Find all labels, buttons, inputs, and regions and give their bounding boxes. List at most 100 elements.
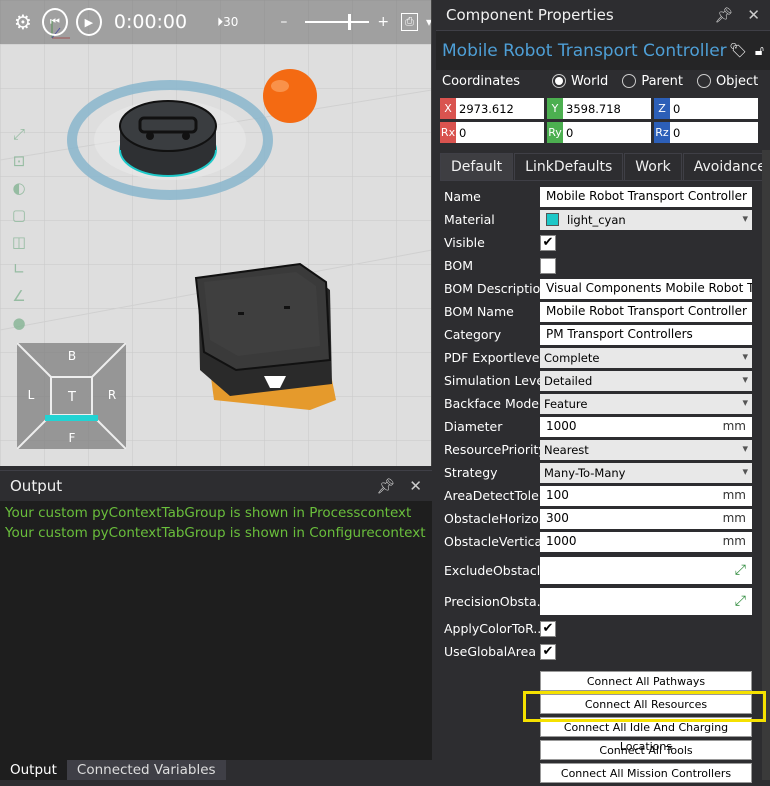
3d-viewport[interactable]: ⚙ ⏮ ▶ 0:00:00 ⏵30 – + ⎙ ▾ ⤢ ⊡ ◐ ▢ ◫ ∟ ∠ … — [0, 0, 432, 466]
y-field[interactable]: Y 3598.718 — [547, 98, 651, 119]
prop-row: Visible ✔ — [444, 231, 770, 254]
tab-connected-variables[interactable]: Connected Variables — [66, 760, 226, 780]
area-detect-input[interactable]: 100 mm — [540, 485, 752, 506]
dimension-icon[interactable]: ∟ — [8, 260, 30, 278]
radio-dot — [696, 74, 711, 88]
unit-label: mm — [722, 487, 746, 502]
diameter-input[interactable]: 1000 mm — [540, 416, 752, 437]
tag-icon[interactable]: 🏷︎ — [729, 43, 747, 59]
visible-checkbox[interactable]: ✔ — [540, 234, 556, 251]
navcube-center-face[interactable]: T — [67, 390, 76, 405]
prop-row: ResourcePriority Nearest — [444, 438, 770, 461]
x-field[interactable]: X 2973.612 — [440, 98, 544, 119]
name-input[interactable]: Mobile Robot Transport Controller — [540, 186, 752, 207]
speed-increase-icon[interactable]: + — [377, 14, 389, 30]
radio-parent[interactable]: Parent — [622, 74, 683, 89]
bom-checkbox[interactable] — [540, 257, 556, 274]
radio-object[interactable]: Object — [696, 74, 758, 89]
box-view-icon[interactable]: ▢ — [8, 206, 30, 224]
simulation-playbar: ⚙ ⏮ ▶ 0:00:00 ⏵30 – + ⎙ ▾ — [0, 0, 431, 44]
prop-row: BOM Name Mobile Robot Transport Controlle… — [444, 300, 770, 323]
property-list: Name Mobile Robot Transport Controller Ma… — [444, 185, 770, 663]
unlock-icon[interactable]: 🔓︎ — [755, 43, 764, 59]
connect-all-tools-button[interactable]: Connect All Tools — [540, 740, 752, 760]
use-global-area-checkbox[interactable]: ✔ — [540, 643, 556, 660]
rewind-button[interactable]: ⏮ — [41, 8, 68, 36]
prop-row: Strategy Many-To-Many — [444, 461, 770, 484]
close-icon[interactable]: ✕ — [409, 477, 422, 495]
exclude-obstacles-field[interactable]: ⤢ — [540, 557, 752, 584]
z-field[interactable]: Z0 — [654, 98, 758, 119]
property-tabs: Default LinkDefaults Work Avoidance — [440, 153, 770, 181]
close-icon[interactable]: ✕ — [747, 6, 760, 24]
expand-icon[interactable]: ⤢ — [735, 593, 746, 609]
rx-field[interactable]: Rx 0 — [440, 122, 544, 143]
coordinates-row: Coordinates World Parent Object — [436, 70, 770, 92]
connect-all-pathways-button[interactable]: Connect All Pathways — [540, 671, 752, 691]
radio-world[interactable]: World — [552, 74, 608, 89]
fit-selection-icon[interactable]: ⊡ — [8, 152, 30, 170]
resource-priority-select[interactable]: Nearest — [540, 439, 752, 460]
precision-obstacles-field[interactable]: ⤢ — [540, 588, 752, 615]
material-select[interactable]: light_cyan — [540, 209, 752, 230]
navcube-top-face[interactable]: B — [68, 349, 76, 363]
apply-color-checkbox[interactable]: ✔ — [540, 620, 556, 637]
prop-label: Backface Mode — [444, 396, 540, 411]
strategy-select[interactable]: Many-To-Many — [540, 462, 752, 483]
transport-controller-model[interactable] — [67, 80, 273, 200]
prop-label: ResourcePriority — [444, 442, 540, 457]
snap-icon[interactable]: ◐ — [8, 179, 30, 197]
play-button[interactable]: ▶ — [75, 8, 102, 36]
navcube-right-face[interactable]: R — [108, 388, 116, 402]
speed-indicator: ⏵30 — [217, 14, 239, 29]
pin-icon[interactable]: 📌︎ — [376, 477, 395, 495]
component-name[interactable]: Mobile Robot Transport Controller — [442, 41, 727, 61]
speed-slider[interactable] — [305, 14, 370, 30]
rz-field[interactable]: Rz 0 — [654, 122, 758, 143]
ry-field[interactable]: Ry 0 — [547, 122, 651, 143]
navcube-front-face[interactable]: F — [69, 431, 76, 445]
settings-gear-icon[interactable]: ⚙ — [12, 10, 34, 34]
prop-label: Diameter — [444, 419, 503, 434]
y-tag: Y — [547, 98, 563, 119]
measure-icon[interactable]: ∠ — [8, 287, 30, 305]
category-input[interactable]: PM Transport Controllers — [540, 324, 752, 345]
mobile-robot-model[interactable] — [194, 262, 336, 410]
tab-linkdefaults[interactable]: LinkDefaults — [514, 153, 624, 180]
output-header: Output 📌︎ ✕ — [0, 471, 432, 501]
pin-icon[interactable]: 📌︎ — [714, 6, 733, 24]
navigation-cube[interactable]: B T L R F — [17, 343, 126, 449]
prop-row: ExcludeObstacles ⤢ — [444, 555, 770, 586]
obstacle-horizontal-input[interactable]: 300 mm — [540, 508, 752, 529]
speed-decrease-icon[interactable]: – — [280, 14, 287, 30]
connect-all-mission-controllers-button[interactable]: Connect All Mission Controllers — [540, 763, 752, 783]
expand-icon[interactable]: ⤢ — [735, 562, 746, 578]
properties-header: Component Properties 📌︎ ✕ — [436, 0, 770, 30]
bom-name-input[interactable]: Mobile Robot Transport Controller — [540, 301, 752, 322]
simulation-level-select[interactable]: Detailed — [540, 370, 752, 391]
material-sphere-icon[interactable]: ● — [8, 314, 30, 332]
tab-default[interactable]: Default — [440, 153, 514, 180]
obstacle-vertical-input[interactable]: 1000 mm — [540, 531, 752, 552]
orange-sphere[interactable] — [263, 69, 317, 123]
ry-tag: Ry — [547, 122, 563, 143]
playbar-menu-chevron-icon[interactable]: ▾ — [426, 15, 431, 29]
pdf-export-icon[interactable]: ⎙ — [401, 13, 418, 31]
navcube-left-face[interactable]: L — [28, 388, 35, 402]
fill-view-icon[interactable]: ⤢ — [8, 125, 30, 143]
tab-work[interactable]: Work — [624, 153, 682, 180]
prop-row: ObstacleHorizo... 300 mm — [444, 507, 770, 530]
properties-scrollbar[interactable] — [762, 150, 770, 780]
tab-output[interactable]: Output — [0, 760, 67, 780]
diameter-value: 1000 — [546, 418, 577, 433]
bom-description-input[interactable]: Visual Components Mobile Robot Tra — [540, 278, 752, 299]
backface-mode-select[interactable]: Feature — [540, 393, 752, 414]
rx-tag: Rx — [440, 122, 456, 143]
prop-label: PDF Exportlevel — [444, 350, 540, 365]
output-log: Your custom pyContextTabGroup is shown i… — [0, 501, 432, 543]
vert-value: 1000 — [546, 533, 577, 548]
pdf-exportlevel-select[interactable]: Complete — [540, 347, 752, 368]
tab-avoidance[interactable]: Avoidance — [682, 153, 770, 180]
render-mode-icon[interactable]: ◫ — [8, 233, 30, 251]
component-name-row: Mobile Robot Transport Controller 🏷︎ 🔓︎ — [436, 30, 770, 70]
